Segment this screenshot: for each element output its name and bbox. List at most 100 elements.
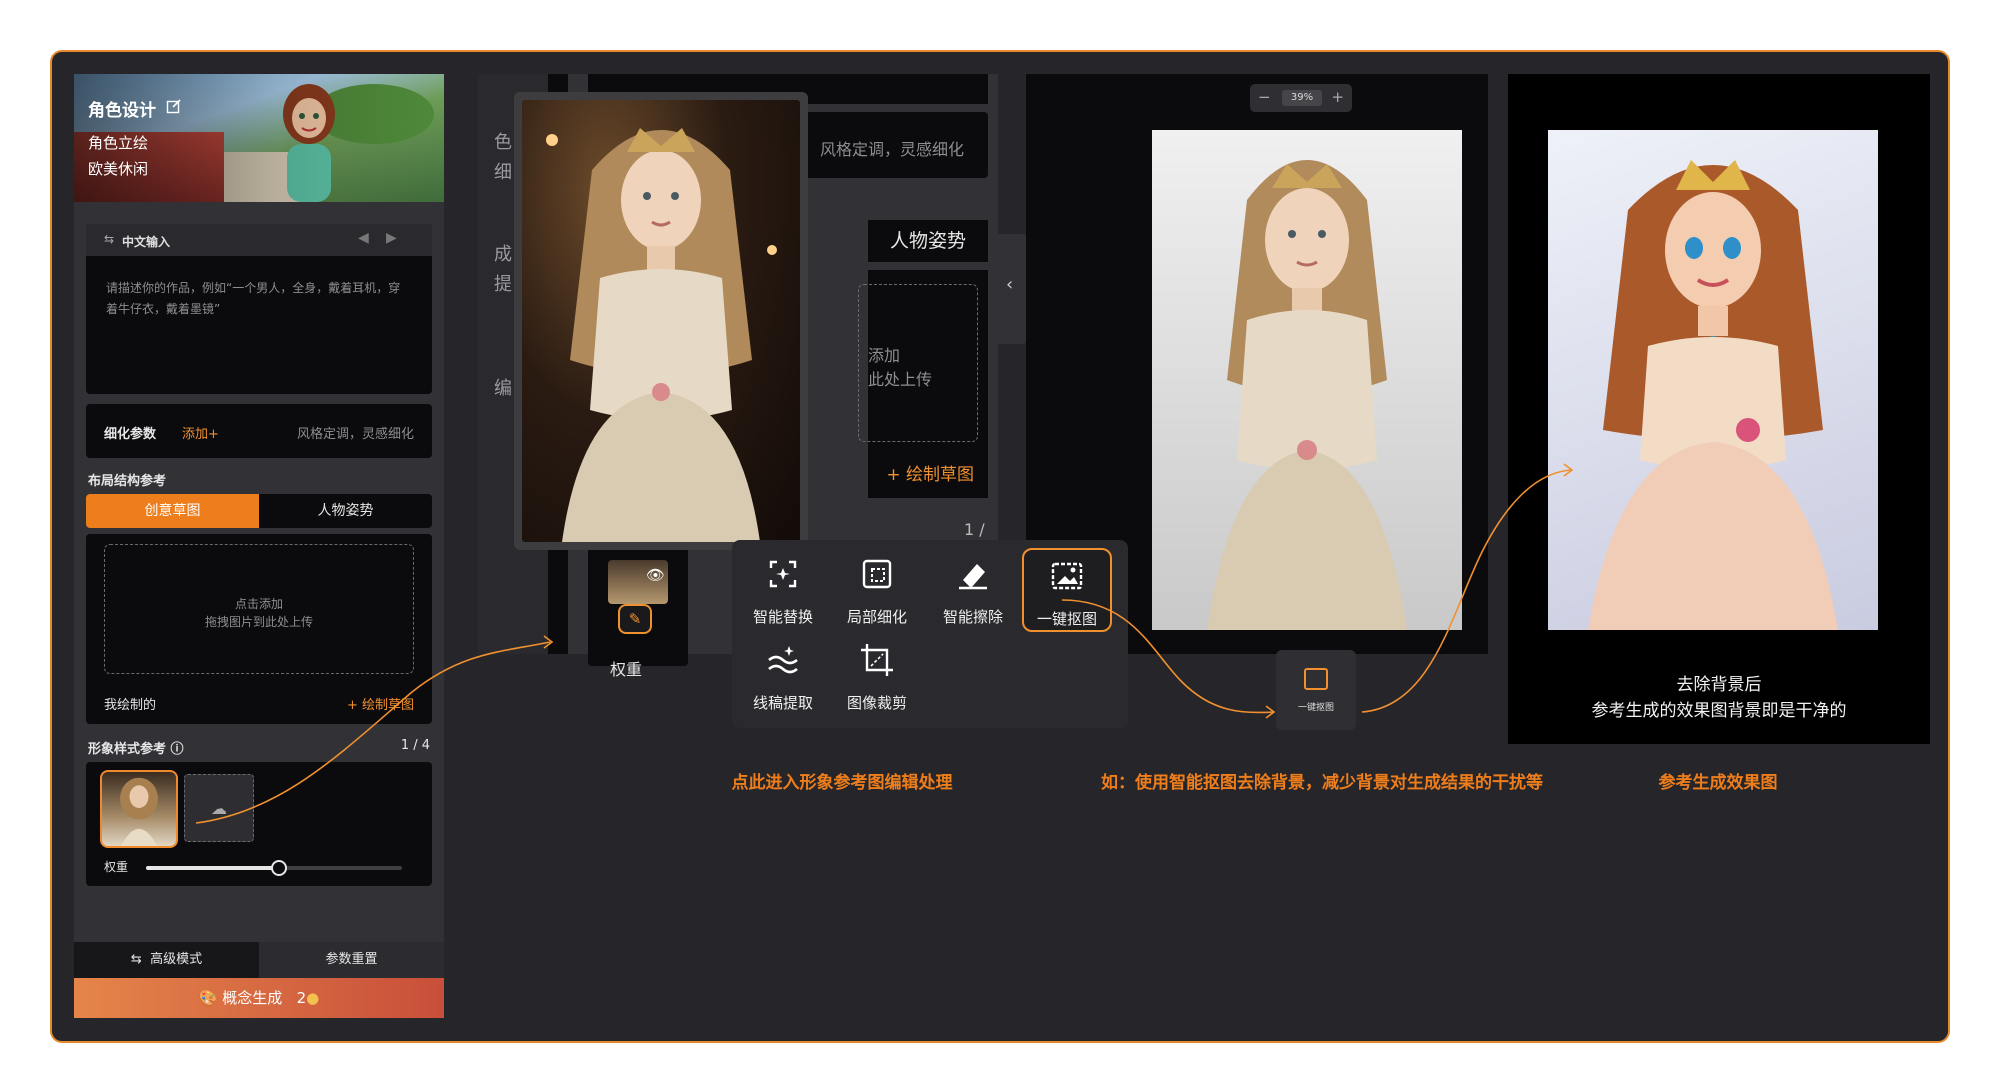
side-char: 提 [494,274,512,295]
layout-ref-tabs: 创意草图 人物姿势 [86,494,432,528]
chevron-left-icon: ‹ [1006,274,1014,295]
generate-button[interactable]: 🎨 概念生成 2● [74,978,444,1018]
one-click-cutout-button[interactable]: 一键抠图 [1276,650,1356,730]
cutout-label: 一键抠图 [1297,703,1334,713]
upload-cloud-icon: ☁ [211,799,227,818]
refine-label: 细化参数 [104,427,157,442]
tool-local-refine[interactable]: 局部细化 [832,554,922,627]
layout-upload-panel: 添加 此处上传 + 绘制草图 [858,270,988,498]
tool-one-click-cutout[interactable]: 一键抠图 [1022,548,1112,632]
caption-cutout: 如：使用智能抠图去除背景，减少背景对生成结果的干扰等 [1101,773,1543,793]
edit-icon[interactable] [166,98,182,114]
princess-photo-image [546,128,777,542]
generated-result-image [1548,130,1878,630]
style-ref-add-slot[interactable]: ☁ [184,774,254,842]
weight-slider-knob[interactable] [271,860,288,876]
weight-slider-fill [146,866,280,870]
reference-image-preview [514,92,808,550]
weight-label: 权重 [104,860,129,874]
layout-upload-panel: 点击添加 拖拽图片到此处上传 我绘制的 + 绘制草图 [86,534,432,724]
reset-params-button[interactable]: 参数重置 [259,942,444,978]
cutout-icon [1304,668,1328,690]
local-refine-icon [862,559,892,589]
lineart-icon [768,646,798,674]
princess-thumbnail-image [120,777,158,846]
tool-label: 智能替换 [752,608,813,626]
generate-label: 概念生成 [222,989,283,1007]
tab-pose[interactable]: 人物姿势 [868,220,988,262]
tool-label: 一键抠图 [1036,610,1097,628]
upload-hint: 添加 [868,346,901,365]
zoom-value: 39% [1282,90,1322,106]
prompt-textarea[interactable]: 请描述你的作品，例如“一个男人，全身，戴着耳机，穿着牛仔衣，戴着墨镜” [106,278,411,320]
cutout-preview-image [1152,130,1462,630]
help-icon[interactable]: ⓘ [171,742,184,757]
tool-image-crop[interactable]: 图像裁剪 [832,640,922,713]
tab-pose[interactable]: 人物姿势 [259,494,432,528]
style-ref-panel: 👁 ✎ 权重 [588,546,688,679]
crop-icon [861,644,893,676]
tool-lineart-extract[interactable]: 线稿提取 [738,640,828,713]
undo-icon[interactable]: ◀ [358,230,369,246]
banner-title: 角色设计 [88,101,156,121]
advanced-mode-label: 高级模式 [150,952,203,967]
chinese-input-header: ⇆ 中文输入 ◀ ▶ [86,224,432,256]
refine-value: 风格定调，灵感细化 [296,427,414,442]
arrowhead [1265,705,1276,719]
side-char: 色 [494,132,512,153]
zoom-control: − 39% + [1250,84,1352,112]
swap-language-icon[interactable]: ⇆ [104,232,114,246]
result-caption: 参考生成的效果图背景即是干净的 [1591,701,1847,721]
image-edit-tools-menu: 智能替换 局部细化 智能擦除 一键抠图 线稿提取 图像裁剪 [732,540,1128,728]
template-banner[interactable]: 角色设计 角色立绘 欧美休闲 [74,74,444,202]
left-panel: 角色设计 角色立绘 欧美休闲 ⇆ 中文输入 ◀ ▶ 请描述你的作品，例如“一个男… [74,74,444,1018]
weight-label: 权重 [610,660,643,679]
tool-label: 智能擦除 [942,608,1003,626]
toggle-icon: ⇆ [130,952,142,967]
redo-icon[interactable]: ▶ [386,230,397,246]
banner-subtitle: 角色立绘 [88,134,149,152]
zoom-in-button[interactable]: + [1331,88,1344,106]
princess-photo [522,100,800,542]
smart-erase-icon [959,564,987,590]
caption-result: 参考生成效果图 [1658,773,1778,793]
upload-hint: 拖拽图片到此处上传 [204,615,313,629]
cutout-icon [1051,562,1083,590]
style-ref-title: 形象样式参考 ⓘ [88,738,184,757]
style-ref-count: 1 / 4 [400,738,430,753]
style-ref-panel: ☁ 权重 [86,762,432,886]
cartoon-princess-image [1588,160,1838,630]
advanced-mode-button[interactable]: ⇆ 高级模式 [74,942,259,978]
palette-icon: 🎨 [198,989,218,1007]
result-preview: 去除背景后 参考生成的效果图背景即是干净的 [1508,74,1930,744]
cost-value: 2 [296,989,307,1007]
collapse-panel-button[interactable]: ‹ [998,234,1028,344]
chinese-input-label: 中文输入 [122,235,171,249]
smart-replace-icon [769,560,797,588]
layout-upload-dropzone[interactable]: 点击添加 拖拽图片到此处上传 [104,544,414,674]
princess-cutout-image [1207,160,1407,630]
refine-add-button[interactable]: 添加+ [182,423,219,442]
style-ref-thumbnail[interactable] [100,770,178,848]
draw-sketch-button[interactable]: + 绘制草图 [886,460,974,485]
upload-hint: 此处上传 [868,370,933,389]
zoom-out-button[interactable]: − [1258,88,1271,106]
tool-smart-erase[interactable]: 智能擦除 [928,554,1018,627]
layout-ref-title: 布局结构参考 [88,474,167,489]
edit-wand-button[interactable]: ✎ [618,604,652,634]
coin-icon: ● [306,989,320,1007]
draw-sketch-button[interactable]: + 绘制草图 [347,694,414,713]
refine-value: 风格定调，灵感细化 [819,140,964,159]
tab-creative-sketch[interactable]: 创意草图 [86,494,259,528]
tutorial-frame: 角色设计 角色立绘 欧美休闲 ⇆ 中文输入 ◀ ▶ 请描述你的作品，例如“一个男… [50,50,1950,1043]
side-char: 细 [494,162,512,183]
tool-smart-replace[interactable]: 智能替换 [738,554,828,627]
my-drawings-label[interactable]: 我绘制的 [104,694,156,713]
side-char: 编 [494,378,512,399]
eye-icon[interactable]: 👁 [646,566,665,584]
weight-slider[interactable] [146,860,402,876]
bottom-buttons: ⇆ 高级模式 参数重置 [74,942,444,978]
refine-params-row[interactable]: 细化参数 添加+ 风格定调，灵感细化 [86,404,432,458]
result-caption: 去除背景后 [1676,675,1762,695]
side-char: 成 [494,244,512,265]
